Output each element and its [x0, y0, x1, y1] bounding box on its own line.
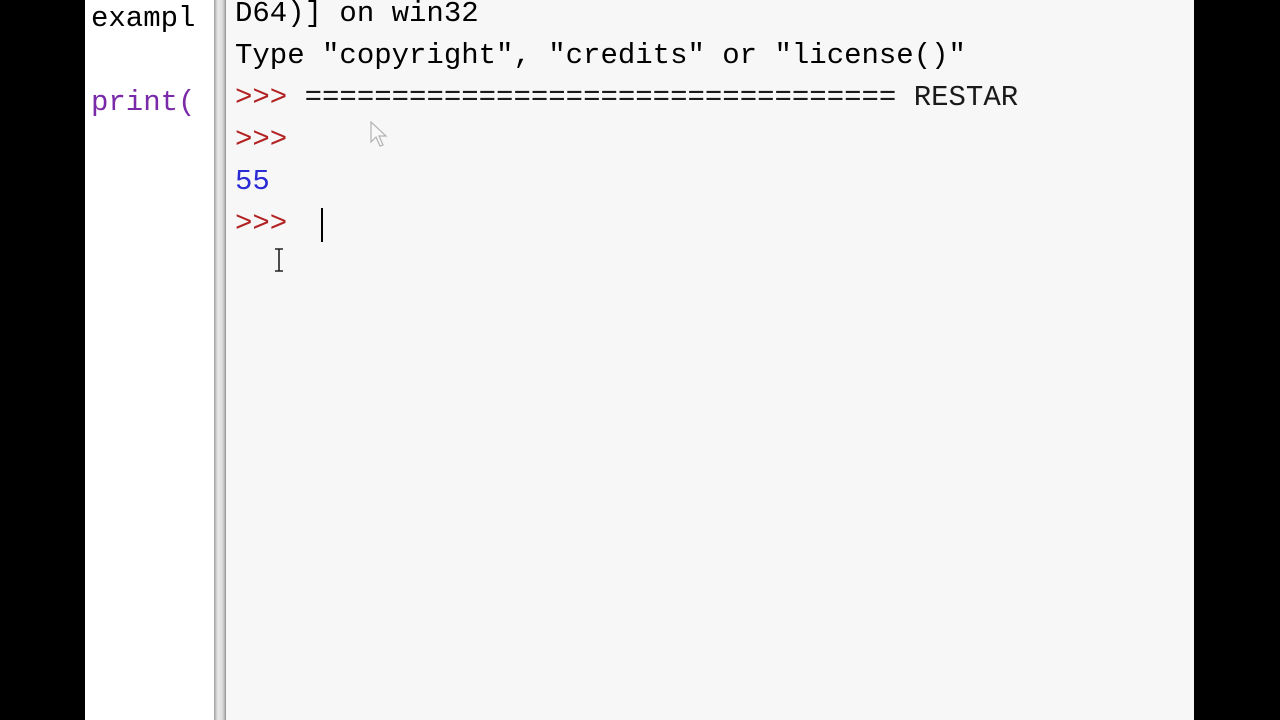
editor-code-line[interactable]: exampl: [91, 0, 195, 40]
text-caret: [321, 208, 323, 242]
shell-prompt: >>>: [235, 81, 288, 114]
shell-prompt: >>>: [235, 207, 288, 240]
arrow-pointer-icon: [370, 121, 388, 147]
shell-input-line[interactable]: >>>: [235, 203, 287, 245]
window-border: [214, 0, 226, 720]
restart-banner: ================================== RESTA…: [304, 81, 1019, 114]
shell-header-line: D64)] on win32: [235, 0, 479, 30]
ibeam-cursor-icon: [275, 248, 283, 272]
screen-margin: [1194, 0, 1280, 720]
shell-prompt: >>>: [235, 123, 288, 156]
editor-code-line[interactable]: print(: [91, 82, 195, 124]
screen: exampl print( D64)] on win32 Type "copyr…: [0, 0, 1280, 720]
shell-prompt-line: >>>: [235, 119, 287, 161]
shell-restart-line: >>> ================================== R…: [235, 77, 1018, 119]
python-shell-window[interactable]: D64)] on win32 Type "copyright", "credit…: [226, 0, 1194, 720]
editor-window[interactable]: exampl print(: [85, 0, 225, 720]
shell-hint-line: Type "copyright", "credits" or "license(…: [235, 39, 966, 72]
shell-output: 55: [235, 165, 270, 198]
shell-output-line: 55: [235, 161, 270, 203]
